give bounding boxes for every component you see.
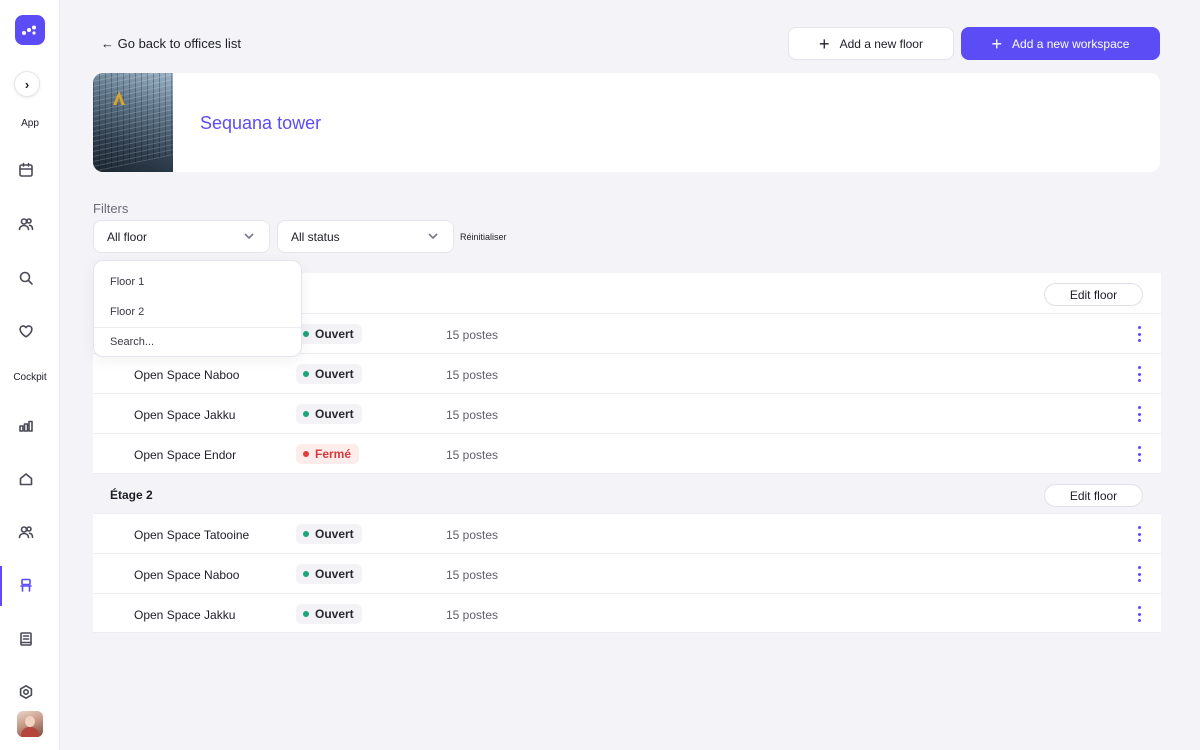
workspace-name: Open Space Endor bbox=[134, 448, 237, 462]
plus-icon: + bbox=[819, 33, 830, 54]
capacity: 15 postes bbox=[446, 408, 499, 422]
sidebar-section-app: App bbox=[21, 118, 39, 129]
settings-icon[interactable] bbox=[16, 682, 36, 702]
sidebar-section-cockpit: Cockpit bbox=[13, 372, 47, 383]
chevron-right-icon[interactable]: › bbox=[14, 71, 40, 97]
status-badge: Ouvert bbox=[296, 604, 362, 624]
heart-icon[interactable] bbox=[16, 321, 36, 341]
search-icon[interactable] bbox=[16, 268, 36, 288]
status-badge: Ouvert bbox=[296, 564, 362, 584]
workspace-name: Open Space Jakku bbox=[134, 608, 236, 622]
users-icon[interactable] bbox=[16, 522, 36, 542]
status-badge: Ouvert bbox=[296, 364, 362, 384]
office-photo bbox=[93, 73, 173, 172]
capacity: 15 postes bbox=[446, 368, 499, 382]
status-badge: Ouvert bbox=[296, 524, 362, 544]
bar-chart-icon[interactable] bbox=[16, 416, 36, 436]
dropdown-divider bbox=[94, 327, 301, 328]
more-options-icon[interactable] bbox=[1135, 526, 1143, 542]
floor-select-value: All floor bbox=[107, 229, 148, 244]
capacity: 15 postes bbox=[446, 608, 499, 622]
edit-floor-button[interactable]: Edit floor bbox=[1044, 283, 1143, 306]
workspace-name: Open Space Jakku bbox=[134, 408, 236, 422]
sidebar: › App Cockpit bbox=[0, 0, 60, 750]
office-name: Sequana tower bbox=[200, 113, 322, 133]
chair-icon[interactable] bbox=[16, 575, 36, 595]
book-icon[interactable] bbox=[16, 629, 36, 649]
status-badge: Ouvert bbox=[296, 324, 362, 344]
status-badge: Ouvert bbox=[296, 404, 362, 424]
chevron-down-icon bbox=[243, 230, 255, 242]
calendar-icon[interactable] bbox=[16, 160, 36, 180]
dropdown-option-floor-2[interactable]: Floor 2 bbox=[110, 306, 144, 318]
capacity: 15 postes bbox=[446, 328, 499, 342]
table-row[interactable]: Open Space Endor Fermé 15 postes bbox=[93, 433, 1161, 473]
reset-filters-link[interactable]: Réinitialiser bbox=[460, 232, 507, 242]
capacity: 15 postes bbox=[446, 568, 499, 582]
floor-title: Étage 2 bbox=[110, 488, 153, 502]
back-to-offices-link[interactable]: ← Go back to offices list bbox=[101, 36, 241, 51]
plus-icon: + bbox=[991, 33, 1003, 54]
floor-header: Étage 2 Edit floor bbox=[93, 473, 1161, 513]
status-badge: Fermé bbox=[296, 444, 360, 464]
table-row[interactable]: Open Space Jakku Ouvert 15 postes bbox=[93, 593, 1161, 633]
more-options-icon[interactable] bbox=[1135, 366, 1143, 382]
more-options-icon[interactable] bbox=[1135, 326, 1143, 342]
avatar[interactable] bbox=[17, 711, 43, 737]
office-card: Sequana tower bbox=[93, 73, 1160, 172]
workspace-name: Open Space Naboo bbox=[134, 568, 240, 582]
table-row[interactable]: Open Space Tatooine Ouvert 15 postes bbox=[93, 513, 1161, 553]
active-indicator bbox=[0, 566, 2, 606]
capacity: 15 postes bbox=[446, 528, 499, 542]
status-select-value: All status bbox=[291, 229, 340, 244]
users-icon[interactable] bbox=[16, 214, 36, 234]
more-options-icon[interactable] bbox=[1135, 446, 1143, 462]
chevron-down-icon bbox=[427, 230, 439, 242]
add-floor-button[interactable]: + Add a new floor bbox=[788, 27, 954, 60]
dropdown-option-floor-1[interactable]: Floor 1 bbox=[110, 276, 144, 288]
status-select[interactable]: All status bbox=[277, 220, 454, 253]
filters-label: Filters bbox=[93, 201, 129, 216]
capacity: 15 postes bbox=[446, 448, 499, 462]
floor-dropdown-menu: Floor 1 Floor 2 bbox=[93, 260, 302, 357]
more-options-icon[interactable] bbox=[1135, 606, 1143, 622]
more-options-icon[interactable] bbox=[1135, 406, 1143, 422]
app-logo-icon[interactable] bbox=[15, 15, 45, 45]
dropdown-search-input[interactable] bbox=[110, 336, 280, 348]
more-options-icon[interactable] bbox=[1135, 566, 1143, 582]
add-workspace-label: Add a new workspace bbox=[1012, 36, 1130, 51]
workspace-name: Open Space Naboo bbox=[134, 368, 240, 382]
edit-floor-button[interactable]: Edit floor bbox=[1044, 484, 1143, 507]
table-row[interactable]: Open Space Naboo Ouvert 15 postes bbox=[93, 353, 1161, 393]
workspace-name: Open Space Tatooine bbox=[134, 528, 250, 542]
add-floor-label: Add a new floor bbox=[839, 36, 923, 51]
floor-select[interactable]: All floor bbox=[93, 220, 270, 253]
add-workspace-button[interactable]: + Add a new workspace bbox=[961, 27, 1160, 60]
home-icon[interactable] bbox=[16, 469, 36, 489]
table-row[interactable]: Open Space Jakku Ouvert 15 postes bbox=[93, 393, 1161, 433]
table-row[interactable]: Open Space Naboo Ouvert 15 postes bbox=[93, 553, 1161, 593]
